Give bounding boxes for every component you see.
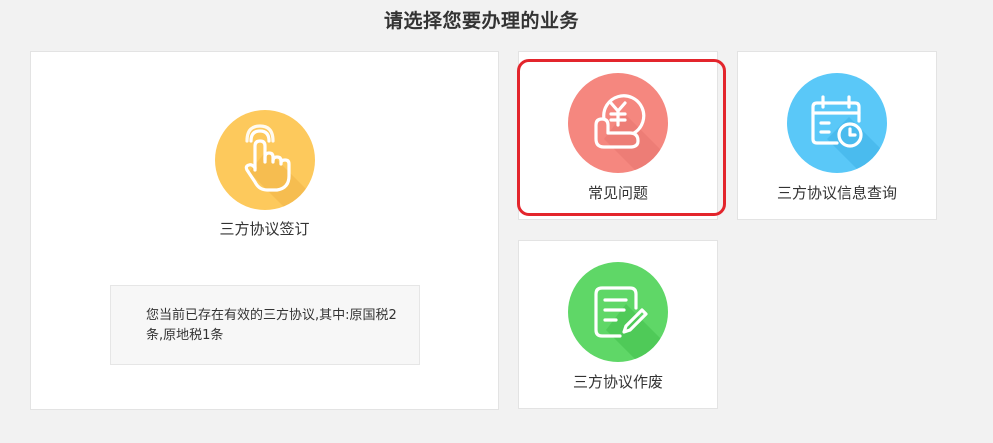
yuan-coin-hand-icon [568, 73, 668, 173]
sign-agreement-label: 三方协议签订 [219, 220, 310, 238]
calendar-clock-icon [787, 73, 887, 173]
faq-label: 常见问题 [587, 184, 648, 202]
faq-card[interactable]: 常见问题 [518, 51, 718, 220]
page-title: 请选择您要办理的业务 [383, 10, 579, 32]
agreement-query-label: 三方协议信息查询 [776, 184, 897, 202]
agreement-void-card[interactable]: 三方协议作废 [518, 240, 718, 409]
sign-agreement-card[interactable]: 三方协议签订 您当前已存在有效的三方协议,其中:原国税2条,原地税1条 [30, 51, 499, 410]
document-pen-icon [568, 262, 668, 362]
hand-pointer-icon [215, 110, 315, 210]
agreement-void-label: 三方协议作废 [572, 373, 663, 391]
agreement-query-card[interactable]: 三方协议信息查询 [737, 51, 937, 220]
agreement-info-box: 您当前已存在有效的三方协议,其中:原国税2条,原地税1条 [110, 285, 420, 365]
